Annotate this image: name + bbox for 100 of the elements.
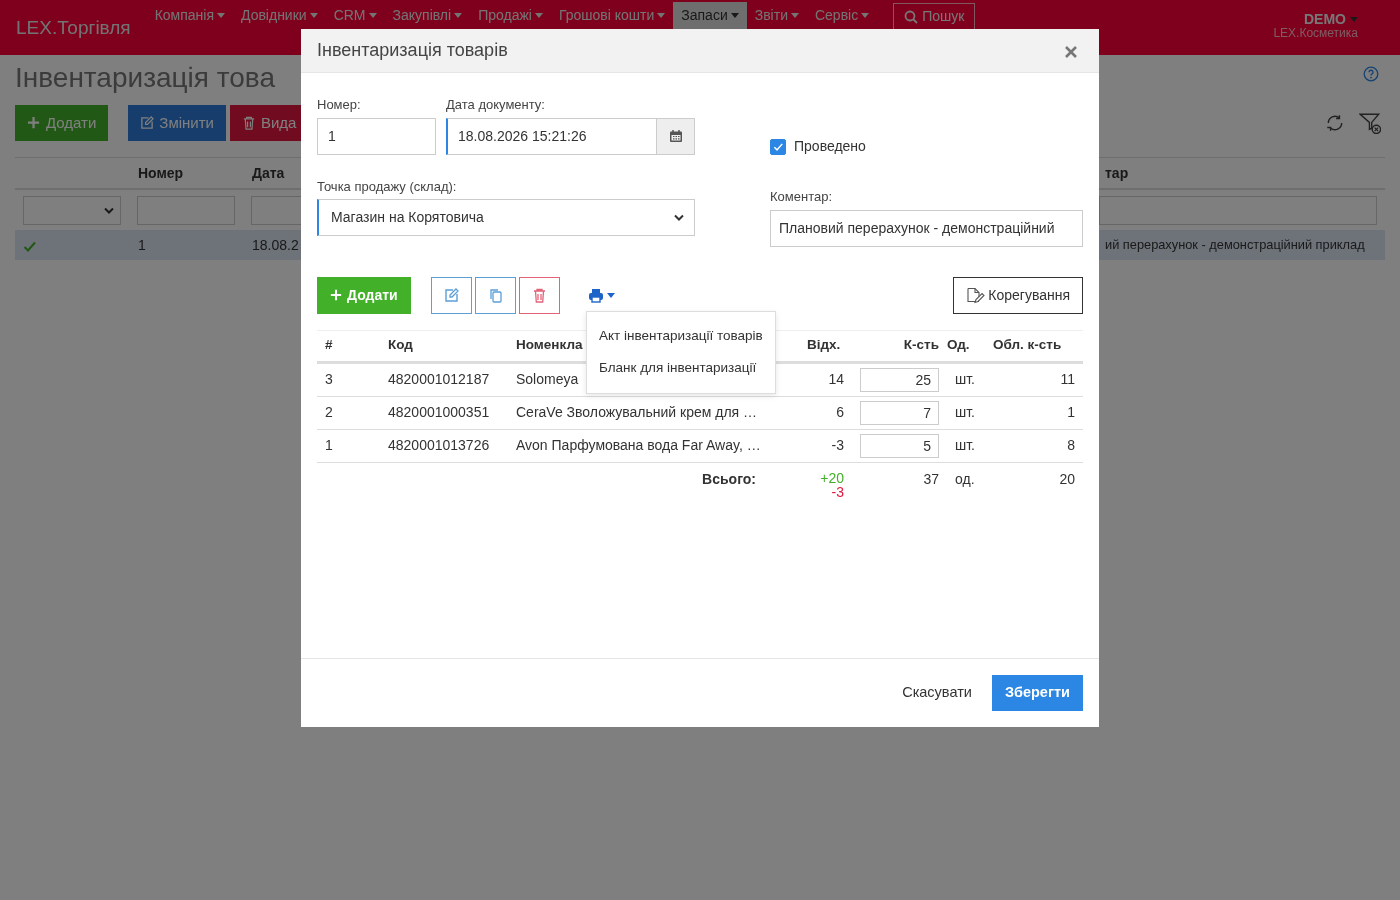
menu-item[interactable]: Сервіс [806, 2, 878, 29]
field-label: Точка продажу (склад): [317, 177, 458, 196]
filter-field[interactable] [137, 195, 235, 225]
edit-icon [443, 287, 459, 303]
caret-icon [534, 13, 543, 18]
quantity-field[interactable]: 7 [860, 400, 939, 425]
company-name: LEX.Косметика [1273, 26, 1358, 40]
column-header: К-сть [902, 336, 940, 355]
shortage-total: -3 [831, 484, 844, 499]
menu-item[interactable]: Запаси [673, 2, 747, 29]
caret-icon [606, 292, 615, 298]
table-cell-text: 1 [1066, 403, 1076, 422]
copy-icon [487, 287, 503, 303]
caret-icon [730, 13, 739, 18]
field-label: Коментар: [770, 188, 834, 206]
chevron-down-icon [674, 214, 684, 221]
table-cell-text: 4820001012187 [387, 370, 491, 389]
copy-button[interactable] [474, 276, 516, 314]
menu-item[interactable]: Довідники [233, 2, 326, 29]
column-header: тар [1105, 163, 1130, 183]
date-field[interactable]: 18.08.2026 15:21:26 [446, 117, 657, 155]
table-cell-text: 4820001013726 [387, 436, 491, 455]
table-cell-text: 14 [827, 370, 845, 389]
help-icon[interactable] [1363, 66, 1379, 82]
user-name[interactable]: DEMO [1304, 12, 1346, 27]
table-cell-text: Solomeya [516, 370, 579, 389]
table-cell-text: 1 [137, 235, 147, 255]
menu-item[interactable]: CRM [325, 2, 385, 29]
calendar-button[interactable] [657, 117, 695, 155]
trash-icon [531, 287, 547, 303]
edit-icon [140, 116, 155, 130]
plus-icon [330, 289, 342, 301]
column-header: # [324, 336, 334, 355]
table-cell-text: CeraVe Зволожувальний крем для … [516, 403, 758, 422]
chevron-down-icon [104, 206, 114, 214]
print-button[interactable] [587, 287, 615, 303]
quantity-field[interactable]: 5 [860, 433, 939, 458]
menu-item[interactable]: Звіти [746, 2, 807, 29]
dialog-title: Інвентаризація товарів [317, 39, 508, 62]
caret-icon [1350, 16, 1358, 22]
brand-name[interactable]: LEX.Торгівля [16, 14, 131, 43]
menu-item[interactable]: Бланк для інвентаризації [587, 352, 775, 385]
column-header: Дата [251, 163, 286, 183]
field-label: Дата документу: [446, 96, 546, 114]
close-icon [1065, 45, 1077, 58]
table-cell-text: 8 [1066, 436, 1076, 455]
table-cell-text: 3 [324, 370, 334, 389]
table-cell-text: ий перерахунок - демонстраційний приклад [1105, 236, 1366, 255]
checkbox[interactable] [770, 138, 786, 155]
edit-button[interactable]: Змінити [128, 105, 226, 141]
menu-item[interactable]: Компанія [146, 2, 233, 29]
column-header: Код [387, 336, 414, 355]
caret-icon [454, 13, 463, 18]
menu-item[interactable]: Грошові кошти [550, 2, 674, 29]
table-cell-text: 11 [1059, 370, 1076, 389]
quantity-field[interactable]: 25 [860, 367, 939, 392]
add-button[interactable]: Додати [15, 105, 109, 141]
cancel-button[interactable]: Скасувати [890, 674, 984, 712]
column-header: Номер [137, 163, 185, 183]
calendar-icon [668, 129, 683, 143]
delete-button[interactable] [518, 276, 560, 314]
adjust-button[interactable]: Корегування [953, 276, 1083, 314]
trash-icon [242, 116, 256, 130]
field-label: Номер: [317, 96, 362, 114]
filter-clear-icon[interactable] [1359, 112, 1381, 134]
menu-item[interactable]: Продажі [470, 2, 551, 29]
add-button[interactable]: Додати [317, 276, 411, 314]
edit-button[interactable] [430, 276, 472, 314]
menu-item[interactable]: Закупівлі [384, 2, 471, 29]
menu-item[interactable]: Акт інвентаризації товарів [587, 320, 775, 353]
save-button[interactable]: Зберегти [991, 675, 1083, 711]
table-cell-text: 2 [324, 403, 334, 422]
caret-icon [217, 13, 225, 18]
table-cell-text: шт. [954, 403, 976, 422]
table-cell-text: Avon Парфумована вода Far Away, … [516, 436, 761, 455]
page-title: Інвентаризація това [15, 61, 275, 95]
caret-icon [368, 13, 377, 18]
surplus-total: +20 [820, 470, 844, 485]
caret-icon [861, 13, 870, 18]
checkbox-label[interactable]: Проведено [794, 136, 866, 157]
printer-icon [587, 287, 604, 303]
table-cell-text: од. [954, 470, 976, 489]
comment-field[interactable]: Плановий перерахунок - демонстраційний [770, 209, 1083, 247]
document-edit-icon [966, 286, 986, 304]
caret-icon [657, 13, 666, 18]
table-cell-text: шт. [954, 370, 976, 389]
check-icon [772, 142, 784, 151]
column-header: Номенкла [516, 336, 583, 355]
store-select[interactable]: Магазин на Корятовича [317, 199, 695, 236]
number-field[interactable]: 1 [317, 117, 436, 155]
table-cell-text: 4820001000351 [387, 403, 491, 422]
table-cell-text: 20 [1058, 470, 1076, 489]
caret-icon [309, 13, 318, 18]
table-cell-text: 1 [324, 436, 334, 455]
table-cell-text: -3 [830, 436, 845, 455]
refresh-icon[interactable] [1325, 114, 1345, 132]
table-cell-text: 37 [922, 470, 940, 489]
filter-field[interactable] [1099, 195, 1377, 225]
column-header: Відх. [806, 336, 842, 355]
caret-icon [790, 13, 799, 18]
